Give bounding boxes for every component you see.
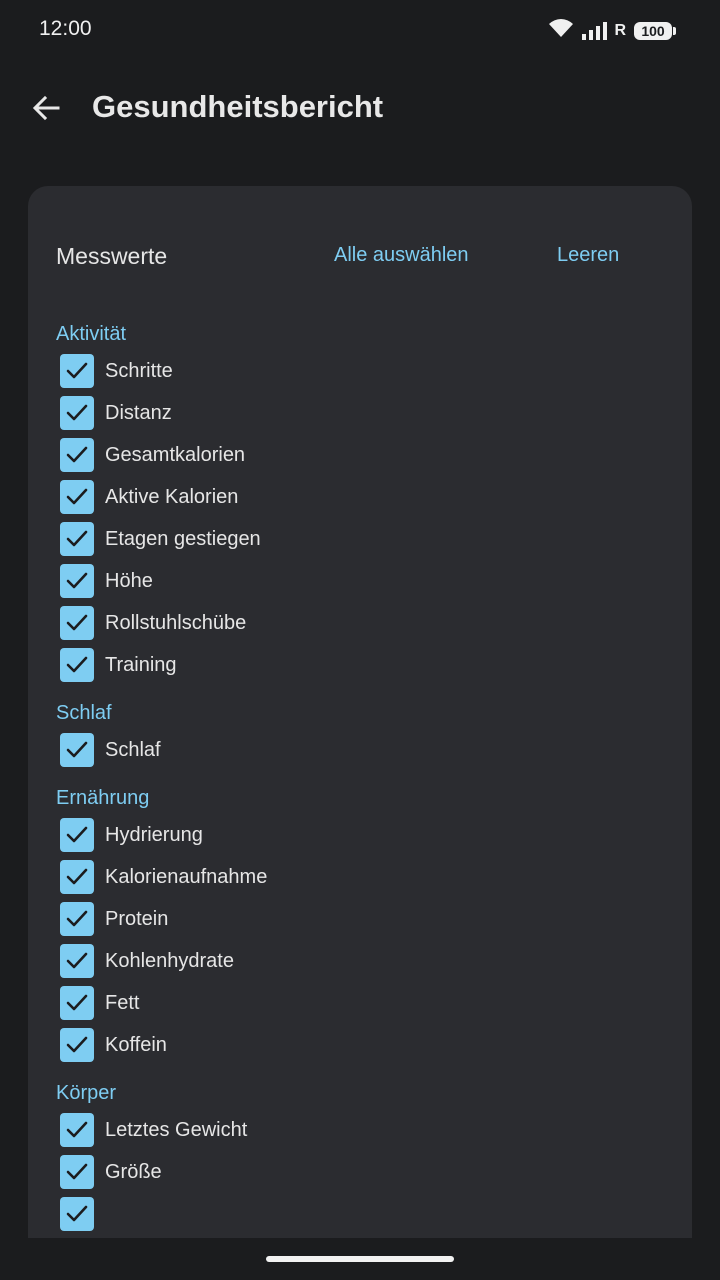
- clear-button[interactable]: Leeren: [557, 244, 619, 267]
- metric-item[interactable]: Training: [28, 644, 692, 686]
- checkbox[interactable]: [60, 944, 94, 978]
- checkbox[interactable]: [60, 1113, 94, 1147]
- metric-item[interactable]: Kalorienaufnahme: [28, 856, 692, 898]
- metric-group: Ernährung Hydrierung Kalorienaufnahme Prote…: [28, 782, 692, 1066]
- check-icon: [64, 1032, 90, 1058]
- metric-item[interactable]: Größe: [28, 1151, 692, 1193]
- check-icon: [64, 400, 90, 426]
- metric-group: Körper Letztes Gewicht Größe: [28, 1077, 692, 1235]
- check-icon: [64, 864, 90, 890]
- metric-item[interactable]: Höhe: [28, 560, 692, 602]
- check-icon: [64, 1159, 90, 1185]
- group-label: Ernährung: [56, 787, 150, 809]
- select-all-button[interactable]: Alle auswählen: [334, 244, 469, 267]
- metric-group: Schlaf Schlaf: [28, 697, 692, 771]
- metric-item[interactable]: Kohlenhydrate: [28, 940, 692, 982]
- metric-label: Höhe: [105, 569, 153, 592]
- card-title: Messwerte: [56, 243, 168, 269]
- app-bar: Gesundheitsbericht: [0, 70, 720, 146]
- home-indicator[interactable]: [266, 1256, 454, 1262]
- metric-label: Hydrierung: [105, 823, 203, 846]
- group-label: Aktivität: [56, 323, 127, 345]
- check-icon: [64, 1201, 90, 1227]
- metric-label: Schlaf: [105, 738, 161, 761]
- metric-label: Training: [105, 653, 177, 676]
- check-icon: [64, 822, 90, 848]
- check-icon: [64, 358, 90, 384]
- signal-roaming-label: R: [614, 21, 626, 39]
- metric-item[interactable]: Hydrierung: [28, 814, 692, 856]
- status-time: 12:00: [39, 17, 92, 40]
- wifi-icon: [548, 18, 574, 43]
- checkbox[interactable]: [60, 564, 94, 598]
- check-icon: [64, 906, 90, 932]
- status-bar: 12:00 R 100: [0, 0, 720, 60]
- metric-label: Distanz: [105, 401, 172, 424]
- metric-label: Etagen gestiegen: [105, 527, 261, 550]
- metric-label: Letztes Gewicht: [105, 1118, 248, 1141]
- arrow-back-icon: [32, 95, 60, 121]
- checkbox[interactable]: [60, 860, 94, 894]
- checkbox[interactable]: [60, 1197, 94, 1231]
- metric-item[interactable]: Rollstuhlschübe: [28, 602, 692, 644]
- metric-item[interactable]: Schritte: [28, 350, 692, 392]
- metric-label: Aktive Kalorien: [105, 485, 239, 508]
- metric-label: Schritte: [105, 359, 173, 382]
- check-icon: [64, 526, 90, 552]
- checkbox[interactable]: [60, 1155, 94, 1189]
- check-icon: [64, 610, 90, 636]
- metric-item[interactable]: Protein: [28, 898, 692, 940]
- back-button[interactable]: [26, 88, 66, 128]
- signal-icon: R: [582, 21, 626, 40]
- metric-label: Gesamtkalorien: [105, 443, 246, 466]
- metric-item[interactable]: Aktive Kalorien: [28, 476, 692, 518]
- check-icon: [64, 990, 90, 1016]
- metric-item[interactable]: [28, 1193, 692, 1235]
- checkbox[interactable]: [60, 522, 94, 556]
- checkbox[interactable]: [60, 648, 94, 682]
- metric-label: Koffein: [105, 1033, 167, 1056]
- check-icon: [64, 1117, 90, 1143]
- metric-item[interactable]: Distanz: [28, 392, 692, 434]
- metric-label: Fett: [105, 991, 140, 1014]
- metric-item[interactable]: Koffein: [28, 1024, 692, 1066]
- metrics-card: Messwerte Alle auswählen Leeren Aktivitä…: [28, 186, 692, 1238]
- check-icon: [64, 737, 90, 763]
- metric-group: Aktivität Schritte Distanz Gesamtkalorien Ak…: [28, 318, 692, 686]
- metric-item[interactable]: Letztes Gewicht: [28, 1109, 692, 1151]
- checkbox[interactable]: [60, 902, 94, 936]
- checkbox[interactable]: [60, 818, 94, 852]
- checkbox[interactable]: [60, 986, 94, 1020]
- check-icon: [64, 484, 90, 510]
- check-icon: [64, 652, 90, 678]
- checkbox[interactable]: [60, 396, 94, 430]
- metric-label: Kohlenhydrate: [105, 949, 234, 972]
- check-icon: [64, 948, 90, 974]
- group-label: Schlaf: [56, 702, 112, 724]
- check-icon: [64, 568, 90, 594]
- group-label: Körper: [56, 1082, 117, 1104]
- metric-item[interactable]: Schlaf: [28, 729, 692, 771]
- metric-groups: Aktivität Schritte Distanz Gesamtkalorien Ak…: [28, 318, 692, 1235]
- metric-item[interactable]: Etagen gestiegen: [28, 518, 692, 560]
- metric-label: Rollstuhlschübe: [105, 611, 247, 634]
- checkbox[interactable]: [60, 438, 94, 472]
- page-title: Gesundheitsbericht: [92, 89, 384, 124]
- check-icon: [64, 442, 90, 468]
- checkbox[interactable]: [60, 1028, 94, 1062]
- metric-item[interactable]: Gesamtkalorien: [28, 434, 692, 476]
- checkbox[interactable]: [60, 354, 94, 388]
- metric-label: Größe: [105, 1160, 162, 1183]
- metric-label: Protein: [105, 907, 169, 930]
- checkbox[interactable]: [60, 480, 94, 514]
- card-header: Messwerte Alle auswählen Leeren: [28, 186, 692, 326]
- metric-label: Kalorienaufnahme: [105, 865, 268, 888]
- metric-item[interactable]: Fett: [28, 982, 692, 1024]
- checkbox[interactable]: [60, 733, 94, 767]
- status-icons: R 100: [548, 18, 676, 43]
- checkbox[interactable]: [60, 606, 94, 640]
- battery-icon: 100: [634, 21, 676, 40]
